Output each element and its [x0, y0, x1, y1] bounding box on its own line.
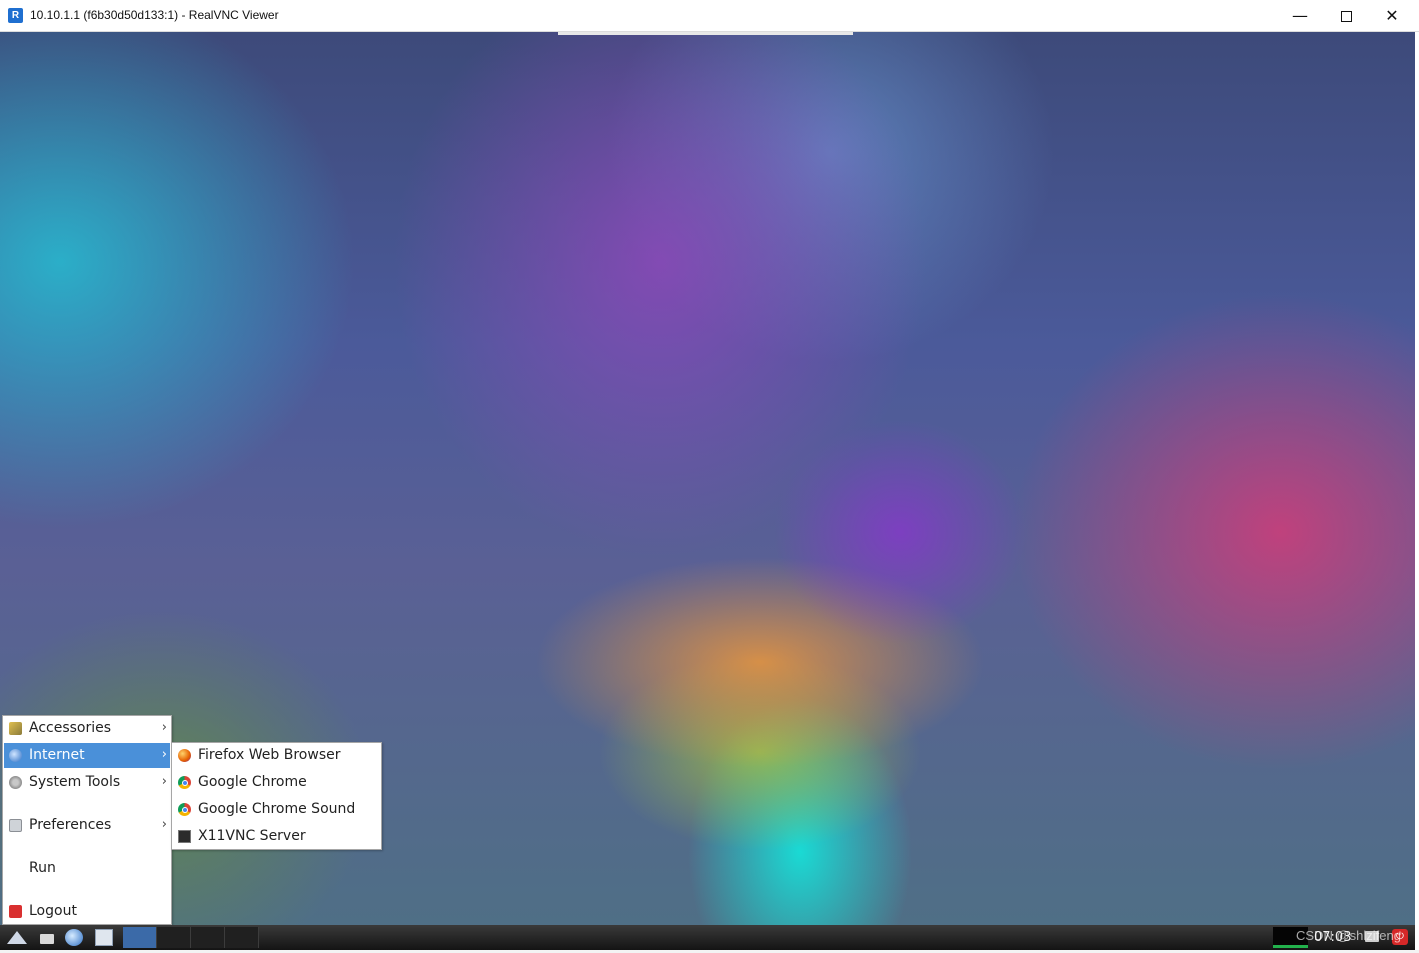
realvnc-app-icon[interactable]: R	[8, 8, 23, 23]
menu-item-google-chrome[interactable]: Google Chrome	[173, 770, 380, 795]
menu-item-preferences[interactable]: Preferences ›	[4, 813, 170, 838]
vnc-toolbar-strip[interactable]	[558, 32, 853, 35]
csdn-watermark: CSDN @shlzifeng	[1296, 928, 1401, 943]
menu-item-label: Google Chrome	[198, 774, 307, 790]
file-manager-icon[interactable]	[40, 934, 54, 944]
workspace-3-button[interactable]	[191, 927, 225, 948]
logout-icon	[9, 905, 22, 918]
menu-item-label: System Tools	[29, 774, 121, 790]
start-menu-button[interactable]	[5, 929, 29, 946]
menu-item-label: Internet	[29, 747, 85, 763]
menu-item-label: Google Chrome Sound	[198, 801, 356, 817]
menu-item-accessories[interactable]: Accessories ›	[4, 716, 170, 741]
menu-item-label: Logout	[29, 903, 77, 919]
firefox-icon	[178, 749, 191, 762]
submenu-arrow-icon: ›	[161, 720, 167, 735]
workspace-1-button[interactable]	[123, 927, 157, 948]
maximize-icon	[1340, 11, 1352, 22]
menu-item-label: Firefox Web Browser	[198, 747, 341, 763]
menu-item-label: Accessories	[29, 720, 112, 736]
submenu-arrow-icon: ›	[161, 747, 167, 762]
minimize-button[interactable]: —	[1277, 0, 1323, 32]
chrome-icon	[178, 776, 191, 789]
menu-item-label: X11VNC Server	[198, 828, 306, 844]
menu-item-system-tools[interactable]: System Tools ›	[4, 770, 170, 795]
menu-item-google-chrome-sound[interactable]: Google Chrome Sound	[173, 797, 380, 822]
window-right-border	[1415, 32, 1419, 953]
accessories-icon	[9, 722, 22, 735]
menu-item-firefox[interactable]: Firefox Web Browser	[173, 743, 380, 768]
system-tools-icon	[9, 776, 22, 789]
start-menu: Accessories › Internet › System Tools › …	[2, 715, 172, 925]
menu-item-internet[interactable]: Internet ›	[4, 743, 170, 768]
taskbar: 07:03 ⏻	[0, 925, 1415, 950]
menu-item-label: Preferences	[29, 817, 112, 833]
window-title: 10.10.1.1 (f6b30d50d133:1) - RealVNC Vie…	[30, 8, 279, 22]
menu-item-run[interactable]: Run	[4, 856, 170, 881]
close-button[interactable]: ✕	[1369, 0, 1415, 32]
menu-item-label: Run	[29, 860, 56, 876]
internet-submenu: Firefox Web Browser Google Chrome Google…	[171, 742, 382, 850]
workspace-2-button[interactable]	[157, 927, 191, 948]
chrome-icon	[178, 803, 191, 816]
web-browser-icon[interactable]	[65, 929, 83, 946]
submenu-arrow-icon: ›	[161, 774, 167, 789]
workspace-4-button[interactable]	[225, 927, 259, 948]
preferences-icon	[9, 819, 22, 832]
menu-item-logout[interactable]: Logout	[4, 899, 170, 924]
vnc-window-titlebar: R 10.10.1.1 (f6b30d50d133:1) - RealVNC V…	[0, 0, 1419, 32]
submenu-arrow-icon: ›	[161, 817, 167, 832]
maximize-button[interactable]	[1323, 0, 1369, 32]
internet-globe-icon	[9, 749, 22, 762]
monitor-icon	[178, 830, 191, 843]
show-desktop-icon[interactable]	[95, 929, 113, 946]
menu-item-x11vnc-server[interactable]: X11VNC Server	[173, 824, 380, 849]
